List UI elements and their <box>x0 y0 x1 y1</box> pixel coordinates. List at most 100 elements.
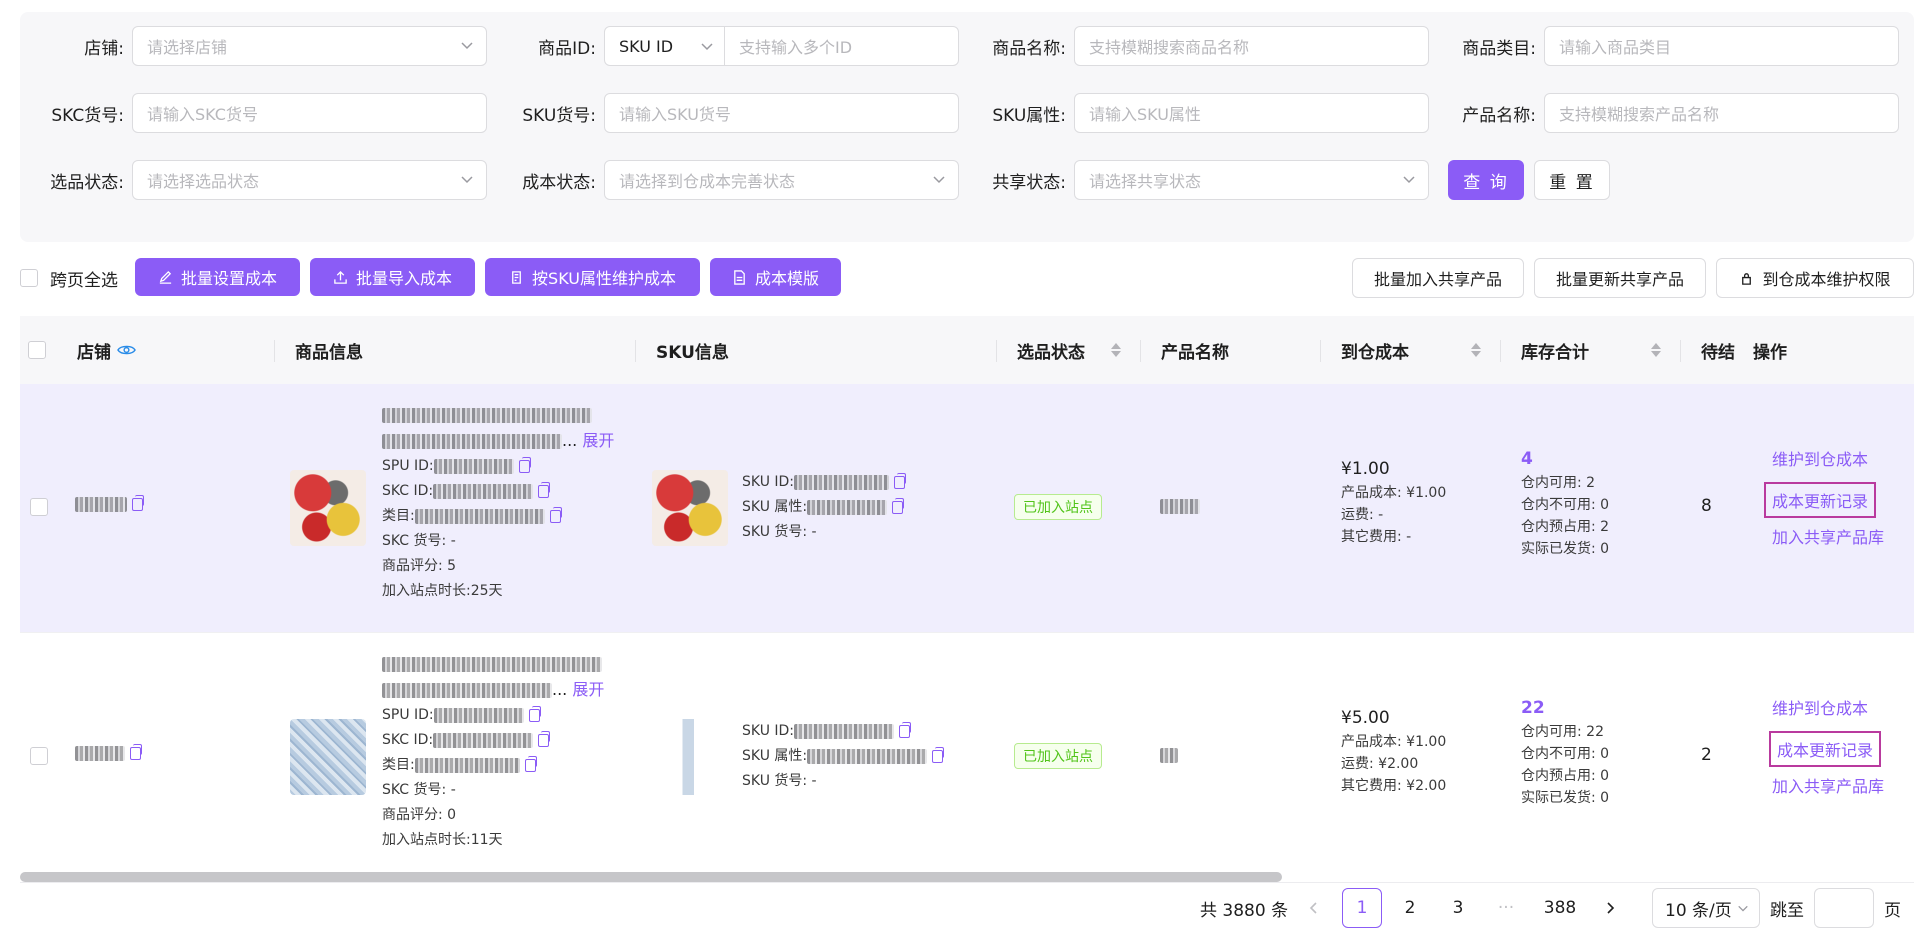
sku-attr-cost-button[interactable]: 按SKU属性维护成本 <box>485 258 700 296</box>
copy-icon[interactable] <box>518 456 531 473</box>
col-stock[interactable]: 库存合计 <box>1500 316 1681 384</box>
expand-link[interactable]: 展开 <box>572 680 604 699</box>
category-input[interactable]: 请输入商品类目 <box>1544 26 1899 66</box>
sku-attr-placeholder: 请输入SKU属性 <box>1089 105 1201 124</box>
id-type-select[interactable]: SKU ID <box>605 27 725 65</box>
col-select-status[interactable]: 选品状态 <box>996 316 1141 384</box>
sku-info-cell: SKU ID: SKU 属性: SKU 货号: - <box>742 470 907 545</box>
select-all-checkbox[interactable] <box>28 341 46 359</box>
spu-id-redacted <box>433 458 514 474</box>
rating: 商品评分: 0 <box>382 807 457 823</box>
batch-set-cost-button[interactable]: 批量设置成本 <box>135 258 300 296</box>
copy-icon[interactable] <box>132 494 144 511</box>
col-pending: 待结 <box>1680 316 1741 384</box>
row-checkbox[interactable] <box>30 747 48 765</box>
page-size-value: 10 条/页 <box>1665 900 1732 921</box>
page-2[interactable]: 2 <box>1390 888 1430 928</box>
maintain-cost-link[interactable]: 维护到仓成本 <box>1772 446 1868 470</box>
query-button[interactable]: 查 询 <box>1448 160 1524 200</box>
sku-attr-input[interactable]: 请输入SKU属性 <box>1074 93 1429 133</box>
row-checkbox[interactable] <box>30 498 48 516</box>
item-name-input[interactable]: 支持模糊搜索产品名称 <box>1544 93 1899 133</box>
expand-link[interactable]: 展开 <box>582 431 614 450</box>
copy-icon[interactable] <box>892 497 905 514</box>
copy-icon[interactable] <box>549 506 562 523</box>
page-388[interactable]: 388 <box>1538 888 1582 928</box>
copy-icon[interactable] <box>524 755 537 772</box>
copy-icon[interactable] <box>894 472 907 489</box>
product-title-redacted <box>382 683 552 698</box>
col-item-name: 产品名称 <box>1140 316 1321 384</box>
product-name-placeholder: 支持模糊搜索商品名称 <box>1089 38 1250 57</box>
maintain-cost-link[interactable]: 维护到仓成本 <box>1772 695 1868 719</box>
copy-icon[interactable] <box>528 705 541 722</box>
sort-icon[interactable] <box>1651 343 1661 357</box>
copy-icon[interactable] <box>538 730 551 747</box>
upload-icon <box>334 270 347 284</box>
cost-cell: ¥5.00 产品成本: ¥1.00 运费: ¥2.00 其它费用: ¥2.00 <box>1341 705 1446 797</box>
cost-status-placeholder: 请选择到仓成本完善状态 <box>619 172 796 191</box>
product-thumbnail[interactable] <box>290 719 366 795</box>
jump-page-input[interactable] <box>1814 888 1874 928</box>
skc-no-input[interactable]: 请输入SKC货号 <box>132 93 487 133</box>
reset-button[interactable]: 重 置 <box>1534 160 1610 200</box>
sku-no-input[interactable]: 请输入SKU货号 <box>604 93 959 133</box>
store-select[interactable]: 请选择店铺 <box>132 26 487 66</box>
cross-page-checkbox[interactable] <box>20 269 38 287</box>
col-cost[interactable]: 到仓成本 <box>1320 316 1501 384</box>
table-row: ... 展开 SPU ID: SKC ID: 类目: SKC 货号: - 商品评… <box>20 632 1914 880</box>
next-page-button[interactable] <box>1590 888 1630 928</box>
eye-icon[interactable] <box>117 343 136 357</box>
add-share-link[interactable]: 加入共享产品库 <box>1772 773 1884 797</box>
clipboard-icon <box>512 270 521 284</box>
sort-icon[interactable] <box>1471 343 1481 357</box>
cost-template-label: 成本模版 <box>754 269 819 288</box>
sku-thumbnail[interactable] <box>652 719 728 795</box>
copy-icon[interactable] <box>932 746 945 763</box>
batch-import-cost-button[interactable]: 批量导入成本 <box>310 258 475 296</box>
page-ellipsis[interactable]: ··· <box>1486 888 1526 928</box>
stock-total[interactable]: 4 <box>1521 446 1609 472</box>
stock-reserved: 仓内预占用: 2 <box>1521 519 1610 535</box>
batch-add-share-button[interactable]: 批量加入共享产品 <box>1352 258 1524 298</box>
product-title-redacted <box>382 434 562 449</box>
horizontal-scroll-track[interactable] <box>20 882 1914 883</box>
copy-icon[interactable] <box>130 743 142 760</box>
cost-records-link[interactable]: 成本更新记录 <box>1769 731 1882 767</box>
chevron-right-icon <box>1607 902 1615 914</box>
page-3[interactable]: 3 <box>1438 888 1478 928</box>
cost-permission-button[interactable]: 到仓成本维护权限 <box>1716 258 1914 298</box>
skc-no: SKC 货号: - <box>382 533 456 549</box>
edit-icon <box>159 270 172 284</box>
sort-icon[interactable] <box>1111 343 1121 357</box>
filter-row-3: 选品状态: 请选择选品状态 成本状态: 请选择到仓成本完善状态 共享状态: 请选… <box>20 160 1914 200</box>
store-cell <box>75 743 142 763</box>
product-thumbnail[interactable] <box>290 470 366 546</box>
product-table: 店铺 商品信息 SKU信息 选品状态 产品名称 到仓成本 库存合计 待结 操作 … <box>20 316 1914 882</box>
cost-records-link[interactable]: 成本更新记录 <box>1764 482 1877 518</box>
product-id-input[interactable]: 支持输入多个ID <box>725 34 958 58</box>
select-status-select[interactable]: 请选择选品状态 <box>132 160 487 200</box>
product-name-input[interactable]: 支持模糊搜索商品名称 <box>1074 26 1429 66</box>
duration-label: 加入站点时长: <box>382 832 471 848</box>
add-share-link[interactable]: 加入共享产品库 <box>1772 524 1884 548</box>
batch-update-share-button[interactable]: 批量更新共享产品 <box>1534 258 1706 298</box>
horizontal-scrollbar[interactable] <box>20 872 1282 882</box>
cost-template-button[interactable]: 成本模版 <box>710 258 841 296</box>
copy-icon[interactable] <box>538 481 551 498</box>
cross-page-select[interactable]: 跨页全选 <box>20 258 118 298</box>
product-cost: 产品成本: ¥1.00 <box>1341 734 1447 750</box>
category-redacted <box>414 508 545 524</box>
cost-status-select[interactable]: 请选择到仓成本完善状态 <box>604 160 959 200</box>
prev-page-button[interactable] <box>1294 888 1334 928</box>
sku-thumbnail[interactable] <box>652 470 728 546</box>
stock-total[interactable]: 22 <box>1521 695 1609 721</box>
status-badge: 已加入站点 <box>1014 743 1102 769</box>
cost-permission-label: 到仓成本维护权限 <box>1762 270 1891 289</box>
page-1[interactable]: 1 <box>1342 888 1382 928</box>
pending-count: 8 <box>1701 496 1712 516</box>
col-cost-label: 到仓成本 <box>1341 342 1409 363</box>
page-size-select[interactable]: 10 条/页 <box>1652 888 1760 928</box>
copy-icon[interactable] <box>899 721 912 738</box>
share-status-select[interactable]: 请选择共享状态 <box>1074 160 1429 200</box>
